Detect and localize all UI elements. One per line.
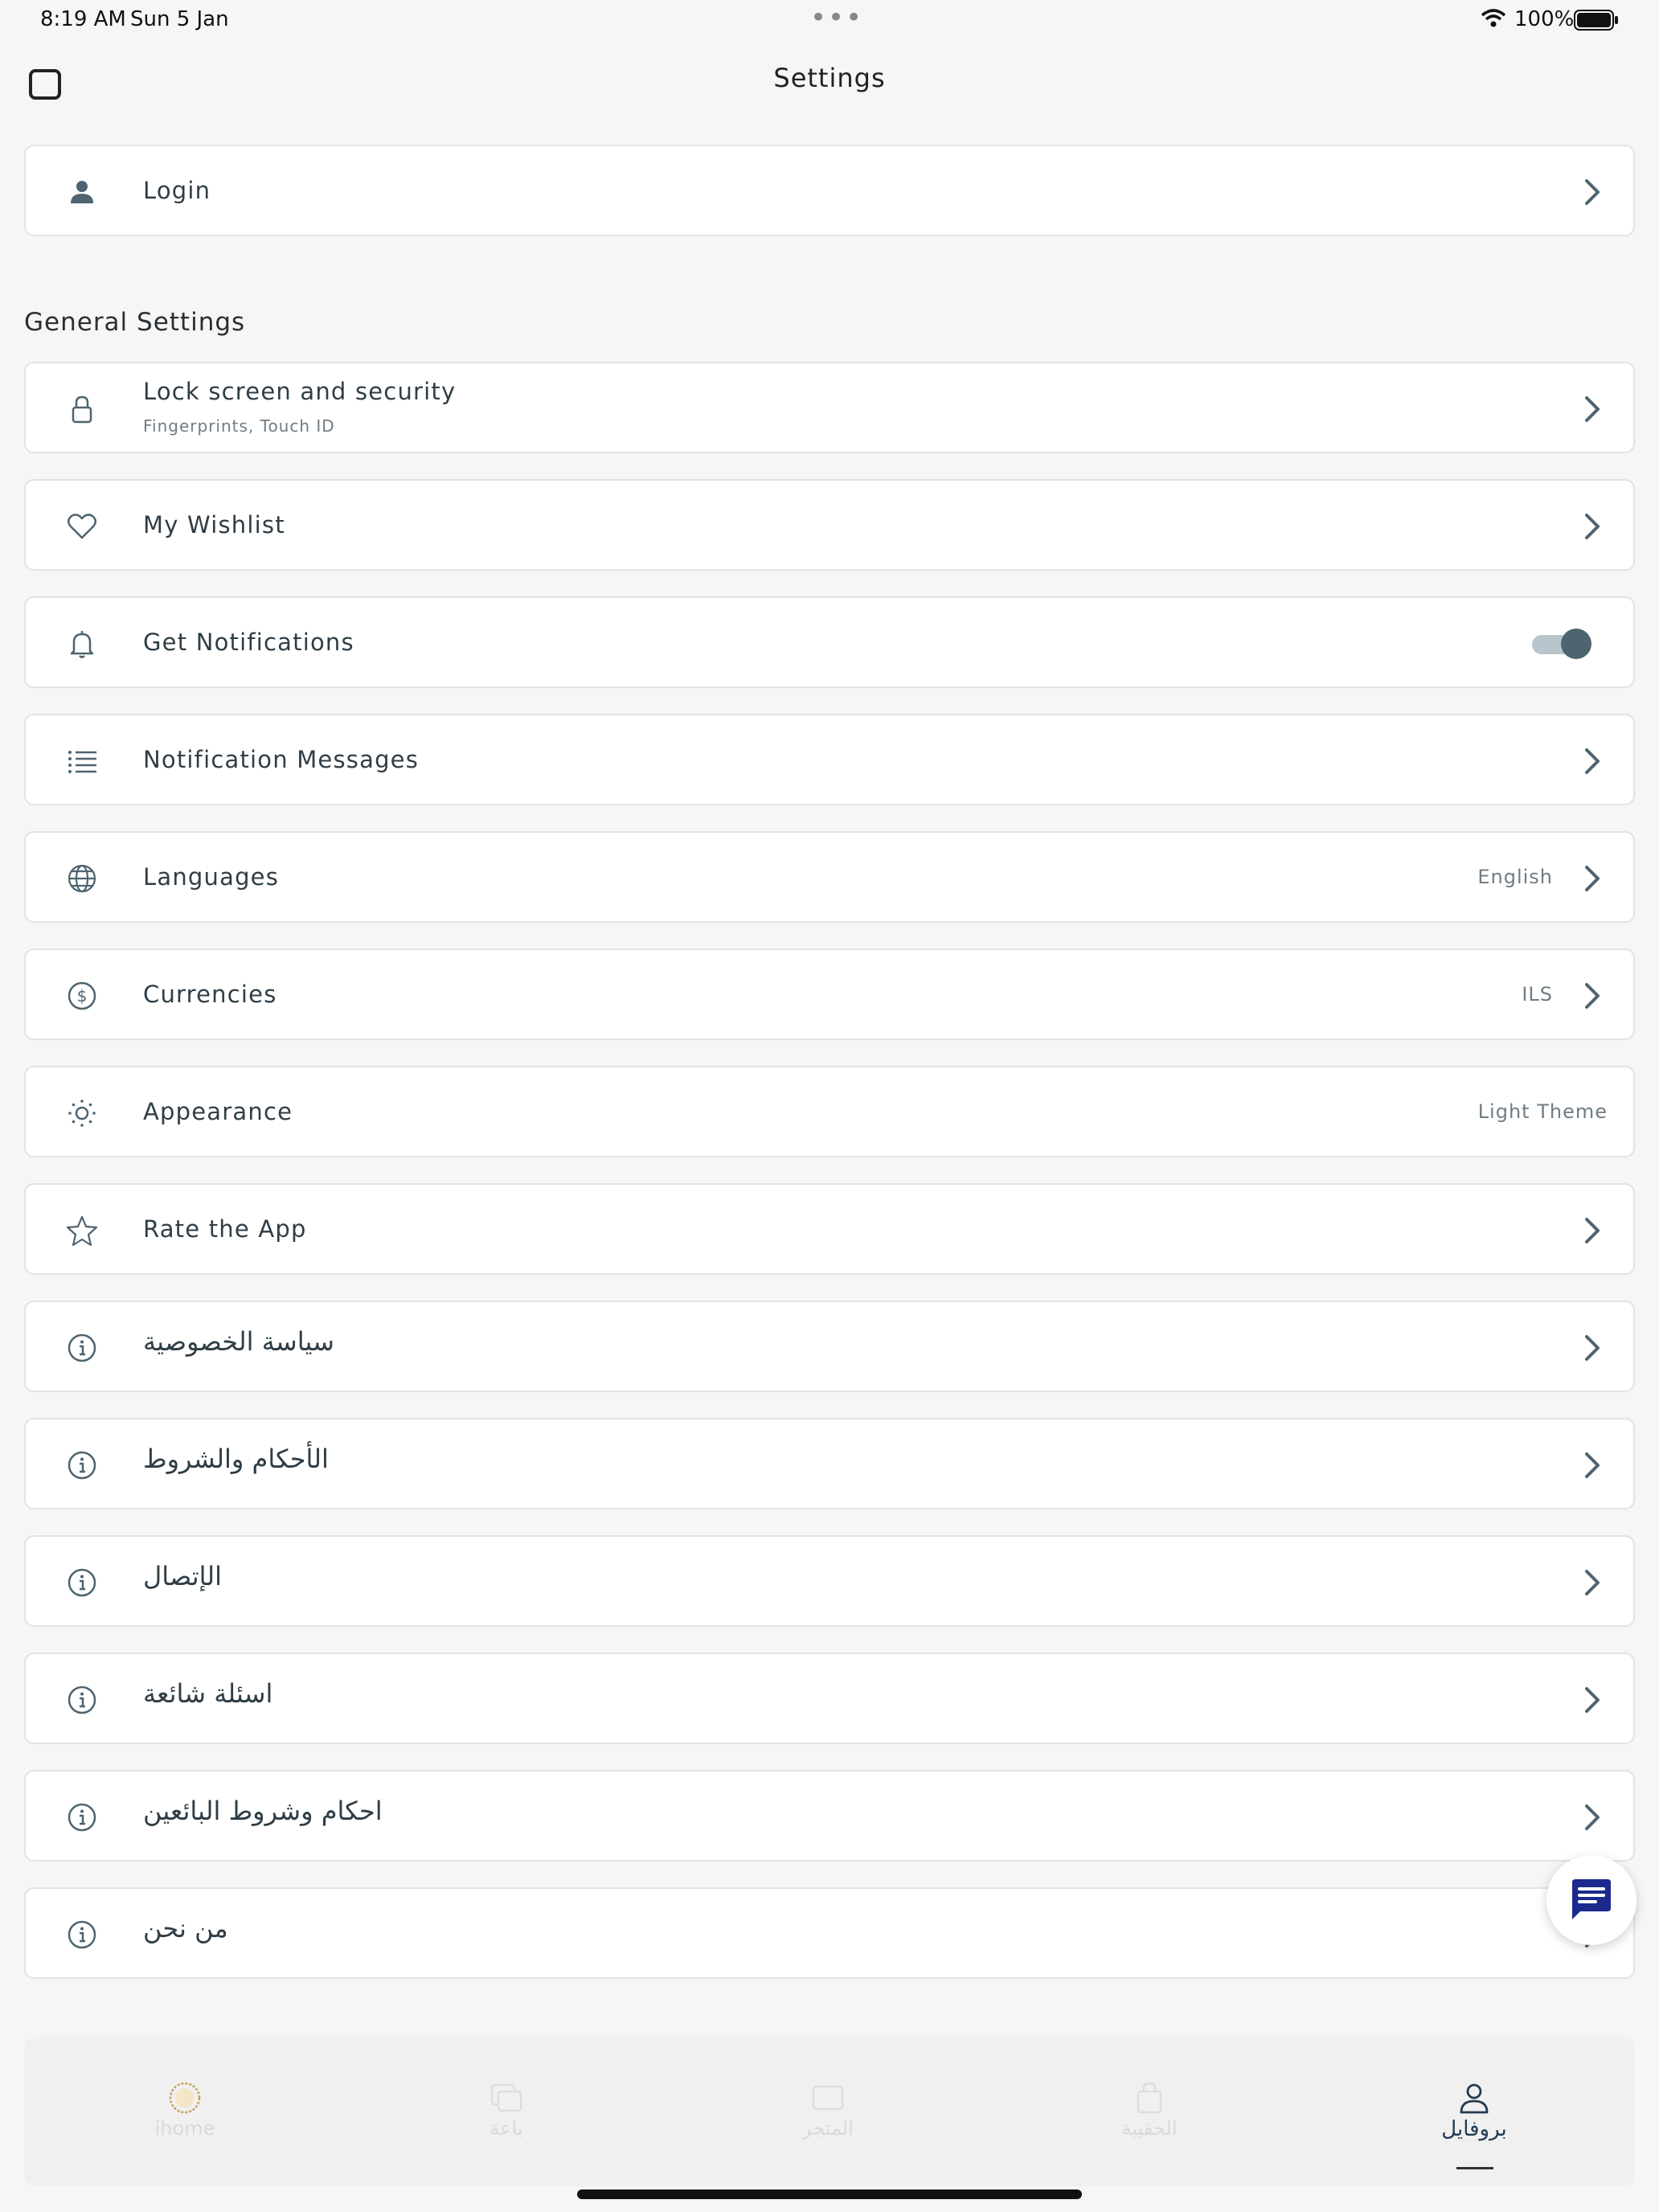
chat-button[interactable] <box>1546 1855 1636 1945</box>
sun-icon <box>66 1097 98 1129</box>
battery-icon <box>1574 10 1619 36</box>
chevron-right-icon <box>1583 980 1603 1012</box>
battery-percentage: 100% <box>1514 7 1575 31</box>
chevron-right-icon <box>1583 745 1603 777</box>
dollar-circle-icon: $ <box>66 980 98 1012</box>
info-icon <box>66 1567 98 1599</box>
tab-store-label: المتجر <box>802 2117 854 2140</box>
settings-row-get-notifications: Get Notifications <box>24 596 1635 688</box>
person-icon <box>66 176 98 208</box>
info-icon <box>66 1449 98 1481</box>
privacy-policy-label: سياسة الخصوصية <box>143 1326 334 1357</box>
languages-label: Languages <box>143 863 280 891</box>
settings-row-rate-app[interactable]: Rate the App <box>24 1183 1635 1275</box>
faq-label: اسئلة شائعة <box>143 1678 273 1709</box>
settings-row-lock-screen[interactable]: Lock screen and security Fingerprints, T… <box>24 362 1635 453</box>
page-title: Settings <box>773 63 886 93</box>
section-title-general-settings: General Settings <box>24 308 246 337</box>
terms-label: الأحكام والشروط <box>143 1444 329 1474</box>
bag-icon <box>1132 2080 1167 2116</box>
tab-profile-label: بروفايل <box>1441 2117 1507 2141</box>
bell-icon <box>66 628 98 660</box>
list-icon <box>66 745 98 777</box>
sellers-icon <box>489 2080 524 2116</box>
chevron-right-icon <box>1583 1801 1603 1833</box>
wishlist-label: My Wishlist <box>143 511 285 539</box>
lock-icon <box>66 393 98 425</box>
info-icon <box>66 1332 98 1364</box>
appearance-value: Light Theme <box>1477 1100 1608 1123</box>
appearance-label: Appearance <box>143 1098 293 1125</box>
active-tab-indicator <box>1456 2167 1493 2169</box>
info-icon <box>66 1919 98 1951</box>
chevron-right-icon <box>1583 1684 1603 1716</box>
chevron-right-icon <box>1583 1215 1603 1247</box>
seller-terms-label: احكام وشروط البائعين <box>143 1796 383 1826</box>
tab-bag[interactable]: الحقيبة <box>989 2037 1310 2186</box>
settings-row-seller-terms[interactable]: احكام وشروط البائعين <box>24 1770 1635 1862</box>
globe-icon <box>66 862 98 895</box>
chevron-right-icon <box>1583 1332 1603 1364</box>
chat-icon <box>1572 1879 1611 1919</box>
tab-sellers[interactable]: باعة <box>346 2037 667 2186</box>
svg-text:$: $ <box>77 986 88 1006</box>
notification-messages-label: Notification Messages <box>143 746 420 773</box>
chevron-right-icon <box>1583 393 1603 425</box>
chevron-right-icon <box>1583 1449 1603 1481</box>
home-logo-icon <box>167 2080 203 2116</box>
settings-row-terms[interactable]: الأحكام والشروط <box>24 1418 1635 1509</box>
navigation-bar: Settings <box>0 48 1659 113</box>
tab-bar: ihome باعة المتجر الحقيبة بروفايل <box>24 2037 1635 2186</box>
get-notifications-label: Get Notifications <box>143 629 354 656</box>
settings-row-privacy-policy[interactable]: سياسة الخصوصية <box>24 1301 1635 1392</box>
tab-profile[interactable]: بروفايل <box>1313 2037 1635 2186</box>
lock-screen-sublabel: Fingerprints, Touch ID <box>143 416 335 436</box>
tab-bag-label: الحقيبة <box>1121 2117 1178 2140</box>
chevron-right-icon <box>1583 1567 1603 1599</box>
settings-row-notification-messages[interactable]: Notification Messages <box>24 714 1635 805</box>
wifi-icon <box>1481 9 1506 34</box>
tab-home[interactable]: ihome <box>24 2037 346 2186</box>
login-row[interactable]: Login <box>24 145 1635 236</box>
star-icon <box>66 1215 98 1247</box>
profile-icon <box>1456 2080 1492 2116</box>
settings-row-about-us[interactable]: من نحن <box>24 1887 1635 1979</box>
multitasking-dots-icon[interactable]: ••• <box>810 2 863 34</box>
lock-screen-label: Lock screen and security <box>143 378 457 405</box>
tab-home-label: ihome <box>154 2117 215 2140</box>
settings-row-contact[interactable]: الإتصال <box>24 1535 1635 1627</box>
notifications-toggle[interactable] <box>1532 629 1591 659</box>
chevron-right-icon <box>1583 176 1603 208</box>
login-label: Login <box>143 177 211 204</box>
currencies-value: ILS <box>1522 983 1553 1006</box>
chevron-right-icon <box>1583 862 1603 895</box>
heart-icon <box>66 510 98 543</box>
status-date: Sun 5 Jan <box>130 7 229 31</box>
toggle-knob <box>1561 629 1591 659</box>
home-indicator[interactable] <box>577 2189 1082 2199</box>
settings-row-appearance[interactable]: Appearance Light Theme <box>24 1066 1635 1157</box>
currencies-label: Currencies <box>143 981 277 1008</box>
contact-label: الإتصال <box>143 1561 223 1591</box>
store-icon <box>810 2080 846 2116</box>
rate-app-label: Rate the App <box>143 1215 307 1243</box>
settings-row-languages[interactable]: Languages English <box>24 831 1635 923</box>
tab-sellers-label: باعة <box>490 2117 523 2140</box>
settings-row-faq[interactable]: اسئلة شائعة <box>24 1653 1635 1744</box>
languages-value: English <box>1477 866 1553 888</box>
chevron-right-icon <box>1583 510 1603 543</box>
info-icon <box>66 1801 98 1833</box>
settings-row-wishlist[interactable]: My Wishlist <box>24 479 1635 571</box>
settings-row-currencies[interactable]: $ Currencies ILS <box>24 948 1635 1040</box>
info-icon <box>66 1684 98 1716</box>
status-bar: 8:19 AM Sun 5 Jan ••• 100% <box>0 0 1659 39</box>
tab-store[interactable]: المتجر <box>667 2037 989 2186</box>
about-us-label: من نحن <box>143 1913 228 1944</box>
status-time: 8:19 AM <box>40 7 126 31</box>
